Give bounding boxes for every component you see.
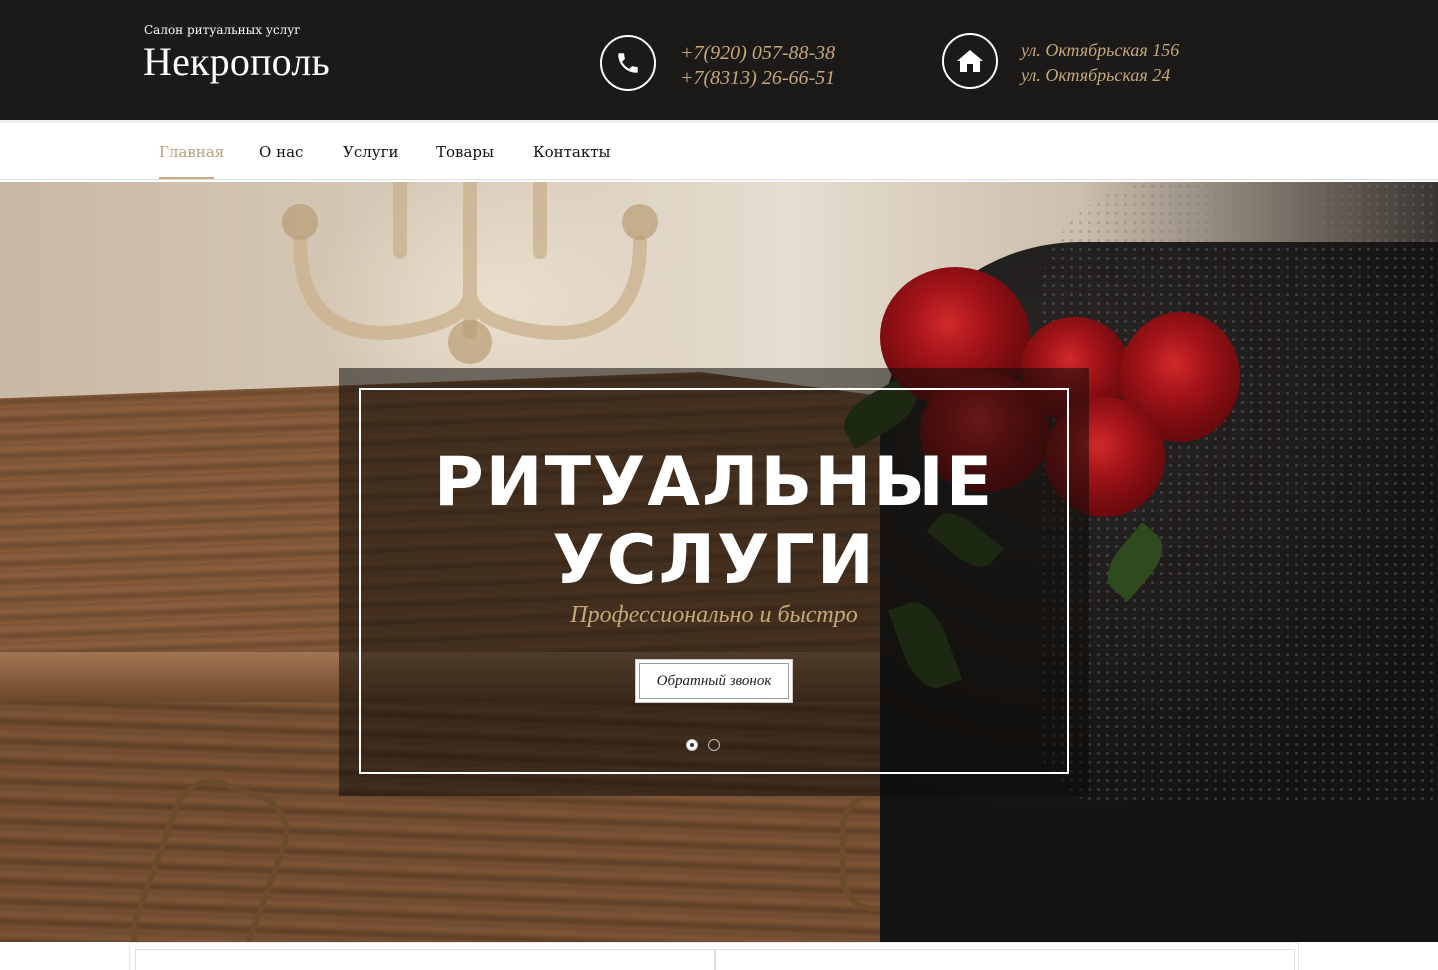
hero-slider: РИТУАЛЬНЫЕ УСЛУГИ Профессионально и быст… xyxy=(0,182,1438,942)
chandelier-image xyxy=(282,182,658,364)
active-nav-indicator xyxy=(159,177,214,179)
addresses: ул. Октябрьская 156 ул. Октябрьская 24 xyxy=(1021,38,1179,88)
phone-icon xyxy=(600,35,656,91)
feature-card-1 xyxy=(135,949,715,970)
home-icon xyxy=(942,33,998,89)
site-header: Салон ритуальных услуг Некрополь +7(920)… xyxy=(0,0,1438,120)
address-1: ул. Октябрьская 156 xyxy=(1021,40,1180,60)
main-navigation: Главная О нас Услуги Товары Контакты xyxy=(0,120,1438,180)
hero-title: РИТУАЛЬНЫЕ УСЛУГИ xyxy=(359,444,1069,600)
address-2: ул. Октябрьская 24 xyxy=(1021,65,1171,85)
callback-button[interactable]: Обратный звонок xyxy=(635,659,793,703)
feature-card-2 xyxy=(715,949,1295,970)
nav-item-about[interactable]: О нас xyxy=(259,143,303,161)
nav-item-contacts[interactable]: Контакты xyxy=(533,143,611,161)
slider-dot-1[interactable] xyxy=(686,739,698,751)
phone-number-1[interactable]: +7(920) 057-88-38 xyxy=(680,41,835,66)
nav-item-products[interactable]: Товары xyxy=(436,143,494,161)
brand-logo-text[interactable]: Некрополь xyxy=(143,38,330,85)
hero-subtitle: Профессионально и быстро xyxy=(570,602,858,628)
hero-title-line-1: РИТУАЛЬНЫЕ xyxy=(433,443,995,522)
phone-numbers: +7(920) 057-88-38 +7(8313) 26-66-51 xyxy=(680,41,835,91)
features-section xyxy=(129,942,1299,970)
brand-subtitle: Салон ритуальных услуг xyxy=(144,23,301,37)
phone-number-2[interactable]: +7(8313) 26-66-51 xyxy=(680,66,835,91)
nav-item-services[interactable]: Услуги xyxy=(343,143,398,161)
nav-item-home[interactable]: Главная xyxy=(159,143,224,161)
slider-dot-2[interactable] xyxy=(708,739,720,751)
hero-title-line-2: УСЛУГИ xyxy=(552,521,876,600)
